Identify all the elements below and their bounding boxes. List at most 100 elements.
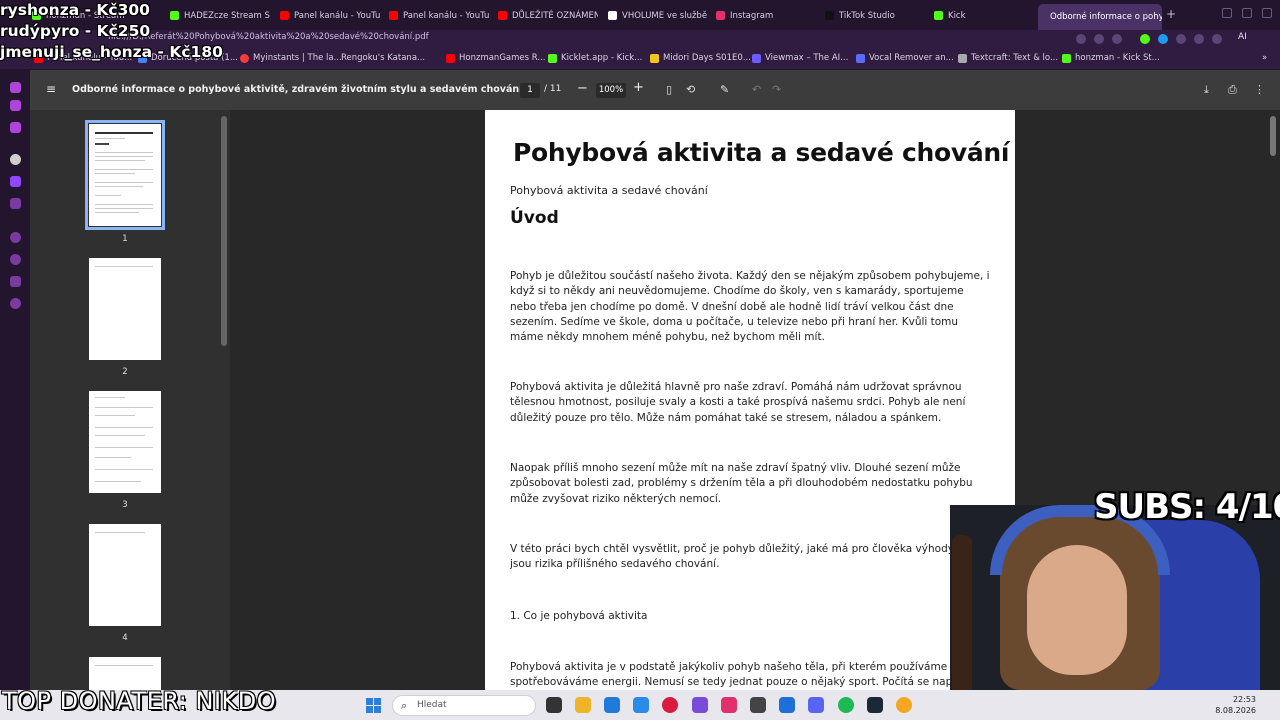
bookmark[interactable]: honzman - Kick St... xyxy=(1062,53,1160,63)
extension-icon[interactable] xyxy=(1140,34,1150,44)
twitch-icon[interactable] xyxy=(10,176,21,187)
zoom-input[interactable]: 100% xyxy=(596,83,626,98)
chair-post xyxy=(952,535,972,690)
app-icon[interactable] xyxy=(896,697,912,713)
thumb-text xyxy=(95,415,135,416)
outlook-icon[interactable] xyxy=(604,697,620,713)
browser-tab[interactable]: DŮLEŽITÉ OZNÁMEN xyxy=(494,6,598,25)
browser-tab[interactable]: Panel kanálu - YouTu xyxy=(385,6,489,25)
ai-button[interactable]: AI xyxy=(1238,32,1247,42)
play-icon[interactable] xyxy=(1094,34,1104,44)
page-thumbnail[interactable] xyxy=(89,524,161,626)
url-field[interactable]: file:///D:/Referát%20Pohybová%20aktivita… xyxy=(108,32,429,42)
pdf-page: Pohybová aktivita a sedavé chování Pohyb… xyxy=(485,110,1015,690)
browser-tab[interactable]: Instagram xyxy=(712,6,816,25)
rail-icon[interactable] xyxy=(10,122,21,133)
tab-label: Kick xyxy=(948,10,966,21)
bookmark[interactable]: Kicklet.app - Kick... xyxy=(548,53,642,63)
clock-date: 8.08.2026 xyxy=(1215,706,1256,715)
app-icon[interactable] xyxy=(779,697,795,713)
thumb-text xyxy=(95,204,153,205)
bookmark[interactable]: Myinstants | The la... xyxy=(240,53,342,63)
discord-icon[interactable] xyxy=(808,697,824,713)
browser-tab[interactable]: HADEZcze Stream Sc xyxy=(166,6,270,25)
zoom-out-button[interactable]: − xyxy=(577,81,588,96)
paragraph: Naopak příliš mnoho sezení může mít na n… xyxy=(510,462,973,505)
history-icon[interactable] xyxy=(10,254,21,265)
spotify-icon[interactable] xyxy=(838,697,854,713)
page-thumbnail[interactable] xyxy=(85,120,165,230)
new-tab-button[interactable]: + xyxy=(1166,7,1176,21)
page-thumbnail[interactable] xyxy=(89,258,161,360)
rail-icon[interactable] xyxy=(10,198,21,209)
top-donater-label: TOP DONATER: NIKDO xyxy=(2,687,277,715)
rail-icon[interactable] xyxy=(10,232,21,243)
more-bookmarks-icon[interactable]: » xyxy=(1262,53,1267,63)
download-icon[interactable] xyxy=(1212,34,1222,44)
thumbnail-number: 4 xyxy=(122,633,128,643)
bookmark-label: Rengoku's Katana... xyxy=(341,53,426,63)
bookmark[interactable]: Textcraft: Text & lo... xyxy=(958,53,1058,63)
edge-icon[interactable] xyxy=(633,697,649,713)
rail-icon[interactable] xyxy=(10,100,21,111)
page-number-input[interactable]: 1 xyxy=(520,83,540,98)
minimize-icon[interactable] xyxy=(1222,8,1232,18)
print-icon[interactable]: ⎙ xyxy=(1228,83,1237,97)
kick-icon xyxy=(1062,53,1071,63)
menu-icon[interactable]: ≡ xyxy=(46,83,58,95)
task-view-icon[interactable] xyxy=(546,697,562,713)
extensions-icon[interactable] xyxy=(1176,34,1186,44)
download-icon[interactable]: ⤓ xyxy=(1204,83,1209,97)
settings-icon[interactable] xyxy=(10,298,21,309)
profile-icon[interactable] xyxy=(1194,34,1204,44)
bookmark[interactable]: HonzmanGames R... xyxy=(446,53,545,63)
chatgpt-icon[interactable] xyxy=(10,154,21,165)
play-icon xyxy=(650,53,659,63)
thumb-text xyxy=(95,665,153,666)
app-icon[interactable] xyxy=(750,697,766,713)
bookmark-label: Myinstants | The la... xyxy=(253,53,342,63)
bookmark[interactable]: Midori Days S01E0... xyxy=(650,53,751,63)
steam-icon[interactable] xyxy=(867,697,883,713)
search-icon: ⌕ xyxy=(401,699,408,712)
maximize-icon[interactable] xyxy=(1242,8,1252,18)
screenshot-icon[interactable] xyxy=(1076,34,1086,44)
rotate-icon[interactable]: ⟲ xyxy=(686,83,695,96)
thumb-text xyxy=(95,457,131,458)
instagram-icon[interactable] xyxy=(721,697,737,713)
thumb-text xyxy=(95,532,145,533)
close-icon[interactable] xyxy=(1262,8,1272,18)
bookmark[interactable]: Rengoku's Katana... xyxy=(341,53,425,63)
thumb-text xyxy=(95,407,153,408)
search-box[interactable]: ⌕ Hledat xyxy=(392,695,536,716)
rail-icon[interactable] xyxy=(10,82,21,93)
instagram-icon xyxy=(716,11,725,20)
browser-tab[interactable]: VHOLUME ve službě xyxy=(604,6,708,25)
windows-start-icon[interactable] xyxy=(366,698,381,713)
browser-tab[interactable]: TikTok Studio xyxy=(821,6,925,25)
zoom-in-button[interactable]: + xyxy=(633,80,644,95)
page-thumbnail[interactable] xyxy=(89,391,161,493)
browser-tab-active[interactable]: Odborné informace o pohy xyxy=(1038,4,1162,30)
bookmark[interactable]: Vocal Remover an... xyxy=(856,53,954,63)
search-tabs-icon[interactable] xyxy=(1204,8,1214,18)
bookmark[interactable]: Viewmax – The AI... xyxy=(752,53,848,63)
store-icon[interactable] xyxy=(692,697,708,713)
webcam-overlay xyxy=(950,505,1280,690)
browser-tab[interactable]: Kick xyxy=(930,6,1034,25)
browser-tab[interactable]: Panel kanálu - YouTu xyxy=(276,6,380,25)
redo-icon[interactable]: ↷ xyxy=(772,83,781,96)
more-options-icon[interactable]: ⋮ xyxy=(1254,83,1265,96)
fit-page-icon[interactable]: ▯ xyxy=(666,83,672,96)
opera-icon[interactable] xyxy=(662,697,678,713)
undo-icon[interactable]: ↶ xyxy=(752,83,761,96)
annotate-icon[interactable]: ✎ xyxy=(720,83,729,96)
document-scrollbar[interactable] xyxy=(1270,116,1276,156)
system-clock[interactable]: 22:53 8.08.2026 xyxy=(1210,694,1256,716)
heart-icon[interactable] xyxy=(1112,34,1122,44)
extension-icon[interactable] xyxy=(1158,34,1168,44)
rail-icon[interactable] xyxy=(10,276,21,287)
tab-label: TikTok Studio xyxy=(839,10,895,21)
file-explorer-icon[interactable] xyxy=(575,697,591,713)
thumbnail-scrollbar[interactable] xyxy=(221,116,227,346)
